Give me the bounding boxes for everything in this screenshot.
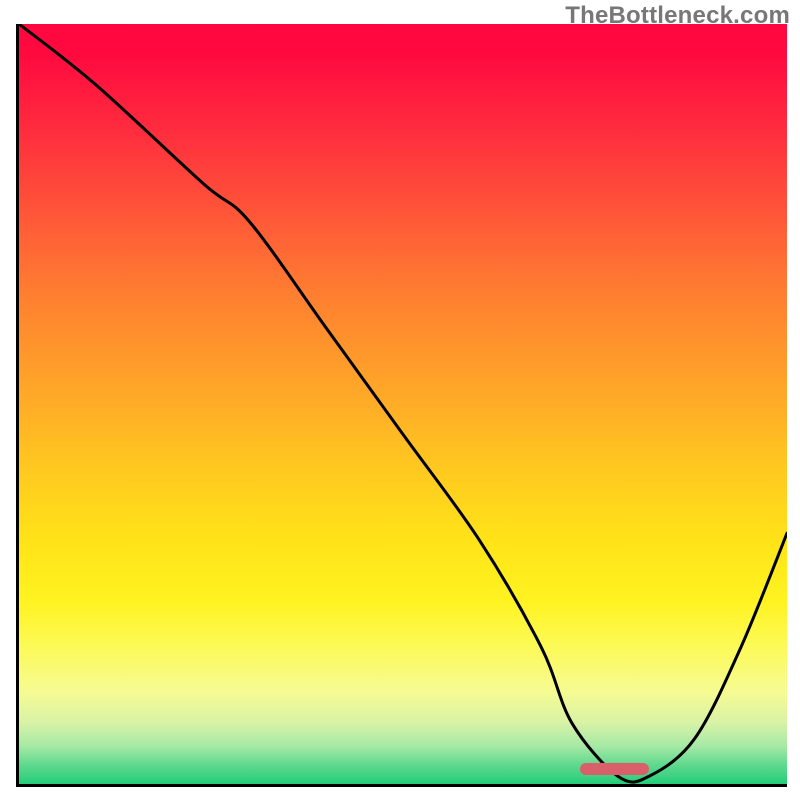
plot-area (16, 24, 787, 787)
optimal-range-marker (580, 763, 649, 775)
curve-path (19, 24, 787, 782)
bottleneck-curve (19, 24, 787, 784)
chart-stage: TheBottleneck.com (0, 0, 800, 800)
